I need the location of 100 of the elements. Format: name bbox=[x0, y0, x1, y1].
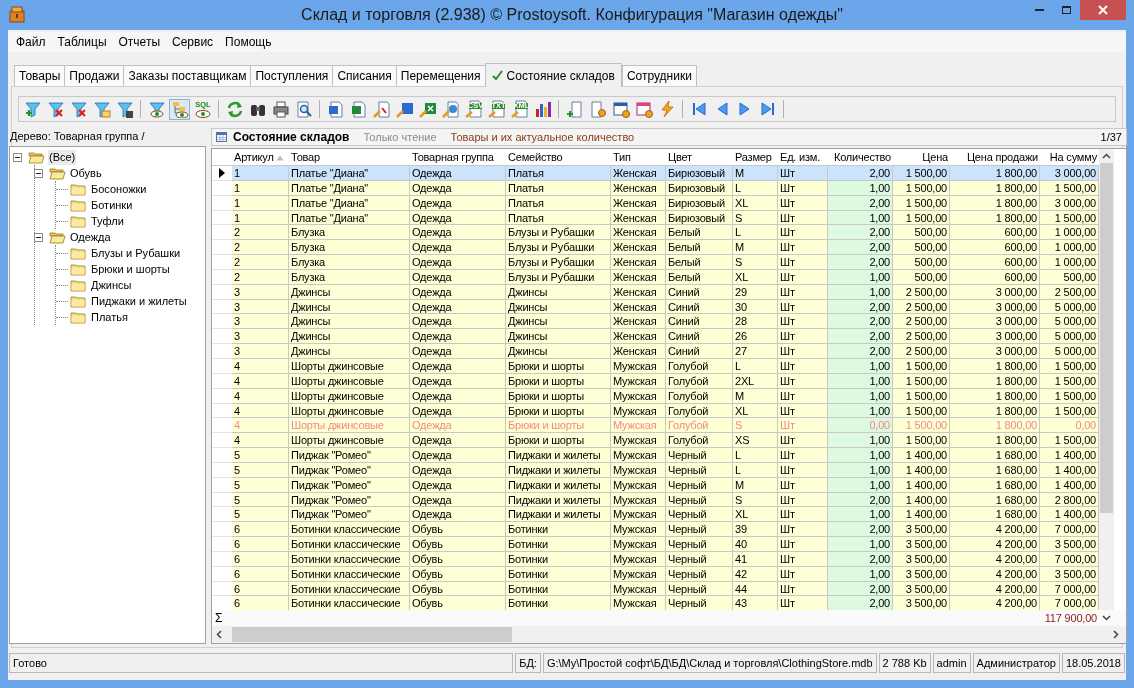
column-header[interactable]: Товар bbox=[289, 149, 410, 166]
table-cell: Мужская bbox=[611, 537, 666, 552]
document-gear-icon bbox=[588, 100, 607, 118]
scroll-right-icon[interactable] bbox=[1113, 630, 1119, 639]
column-header[interactable]: Размер bbox=[733, 149, 778, 166]
filter-plus-icon bbox=[23, 100, 42, 118]
table-cell: 28 bbox=[733, 314, 778, 330]
column-header[interactable]: Артикул bbox=[232, 149, 289, 166]
folder-icon bbox=[70, 310, 87, 324]
table-cell: Черный bbox=[666, 537, 733, 552]
column-header[interactable]: Цена bbox=[893, 149, 950, 166]
column-header[interactable]: Цена продажи bbox=[950, 149, 1040, 166]
table-cell: Брюки и шорты bbox=[506, 418, 611, 434]
table-cell: Джинсы bbox=[289, 314, 410, 330]
column-header[interactable]: Цвет bbox=[666, 149, 733, 166]
table-cell: S bbox=[733, 255, 778, 270]
bar-chart-icon bbox=[533, 100, 552, 118]
toolbar-button[interactable] bbox=[270, 98, 291, 120]
tree-item[interactable]: Туфли bbox=[90, 213, 125, 229]
table-cell: 1 800,00 bbox=[950, 418, 1040, 434]
vertical-scrollbar[interactable] bbox=[1099, 149, 1114, 610]
column-header[interactable]: Семейство bbox=[506, 149, 611, 166]
table-cell: 5 bbox=[232, 448, 289, 463]
tab[interactable]: Поступления bbox=[250, 65, 334, 86]
record-position: 1/37 bbox=[1100, 129, 1122, 145]
tree-item[interactable]: Ботинки bbox=[90, 197, 134, 213]
scroll-down-icon[interactable] bbox=[1102, 615, 1111, 621]
table-cell: Шт bbox=[778, 344, 828, 359]
menu-item[interactable]: Помощь bbox=[219, 33, 278, 51]
column-header[interactable]: На сумму bbox=[1040, 149, 1099, 166]
table-cell: 3 500,00 bbox=[893, 537, 950, 552]
column-header[interactable]: Товарная группа bbox=[410, 149, 506, 166]
tab[interactable]: Списания bbox=[332, 65, 397, 86]
scroll-thumb[interactable] bbox=[1100, 163, 1113, 513]
table-cell: 6 bbox=[232, 537, 289, 552]
scroll-thumb[interactable] bbox=[232, 627, 512, 642]
filter-eye-icon bbox=[147, 100, 166, 118]
column-header[interactable]: Ед. изм. bbox=[778, 149, 828, 166]
table-cell: Джинсы bbox=[289, 344, 410, 359]
column-header[interactable]: Тип bbox=[611, 149, 666, 166]
tree-item[interactable]: Джинсы bbox=[90, 277, 133, 293]
table-cell: Синий bbox=[666, 314, 733, 330]
tab[interactable]: Продажи bbox=[64, 65, 125, 86]
table-cell: 3 bbox=[232, 329, 289, 345]
collapse-toggle[interactable] bbox=[34, 232, 43, 242]
tree-item[interactable]: Босоножки bbox=[90, 181, 148, 197]
table-cell: Черный bbox=[666, 522, 733, 538]
table-cell: 39 bbox=[733, 522, 778, 538]
table-cell: Ботинки классические bbox=[289, 522, 410, 538]
tree-item[interactable]: (Все) bbox=[48, 149, 77, 165]
menu-item[interactable]: Отчеты bbox=[112, 33, 166, 51]
folder-icon bbox=[70, 182, 87, 196]
export-web-icon bbox=[441, 100, 460, 118]
table-cell: 3 bbox=[232, 314, 289, 330]
scroll-up-icon[interactable] bbox=[1102, 153, 1111, 159]
table-cell: Шт bbox=[778, 225, 828, 241]
table-cell: Платье "Диана" bbox=[289, 166, 410, 181]
menu-item[interactable]: Таблицы bbox=[51, 33, 113, 51]
table-cell: Одежда bbox=[410, 448, 506, 463]
table-cell: 1 800,00 bbox=[950, 166, 1040, 181]
menu-item[interactable]: Файл bbox=[10, 33, 52, 51]
table-cell: Одежда bbox=[410, 329, 506, 345]
table-cell: 1 500,00 bbox=[893, 433, 950, 449]
horizontal-scrollbar[interactable] bbox=[212, 626, 1126, 643]
close-button[interactable] bbox=[1080, 0, 1126, 20]
table-cell: Голубой bbox=[666, 418, 733, 434]
scroll-left-icon[interactable] bbox=[216, 630, 222, 639]
table-cell: 2,00 bbox=[828, 344, 893, 359]
tree-item[interactable]: Одежда bbox=[69, 229, 112, 245]
table-cell: Джинсы bbox=[506, 344, 611, 359]
table-cell: 1 680,00 bbox=[950, 448, 1040, 463]
tree-item[interactable]: Пиджаки и жилеты bbox=[90, 293, 188, 309]
table-cell: 0,00 bbox=[828, 418, 893, 434]
table-cell: 1 500,00 bbox=[893, 166, 950, 181]
table-cell: Джинсы bbox=[506, 329, 611, 345]
tab[interactable]: Сотрудники bbox=[621, 65, 697, 86]
tab[interactable]: Перемещения bbox=[395, 65, 486, 86]
collapse-toggle[interactable] bbox=[34, 168, 43, 178]
tab[interactable]: Товары bbox=[14, 65, 66, 86]
table-cell: 1 680,00 bbox=[950, 507, 1040, 523]
collapse-toggle[interactable] bbox=[13, 152, 22, 162]
table-cell: 4 200,00 bbox=[950, 537, 1040, 552]
column-header[interactable]: Количество bbox=[828, 149, 893, 166]
minus-icon bbox=[36, 172, 41, 174]
tree-item[interactable]: Платья bbox=[90, 309, 129, 325]
table-cell: Шт bbox=[778, 166, 828, 181]
user-name: admin bbox=[932, 653, 971, 673]
tree-item[interactable]: Обувь bbox=[69, 165, 103, 181]
tree-item[interactable]: Брюки и шорты bbox=[90, 261, 171, 277]
table-cell: Шт bbox=[778, 255, 828, 270]
table-cell: Одежда bbox=[410, 225, 506, 241]
column-total: 117 900,00 bbox=[1043, 610, 1098, 626]
tab[interactable]: Заказы поставщикам bbox=[123, 65, 252, 86]
table-cell: Мужская bbox=[611, 433, 666, 449]
table-cell: XL bbox=[733, 507, 778, 523]
tab[interactable]: Состояние складов bbox=[484, 63, 622, 87]
menu-item[interactable]: Сервис bbox=[166, 33, 220, 51]
table-cell: M bbox=[733, 166, 778, 181]
read-only-label: Только чтение bbox=[363, 129, 437, 145]
tree-item[interactable]: Блузы и Рубашки bbox=[90, 245, 182, 261]
